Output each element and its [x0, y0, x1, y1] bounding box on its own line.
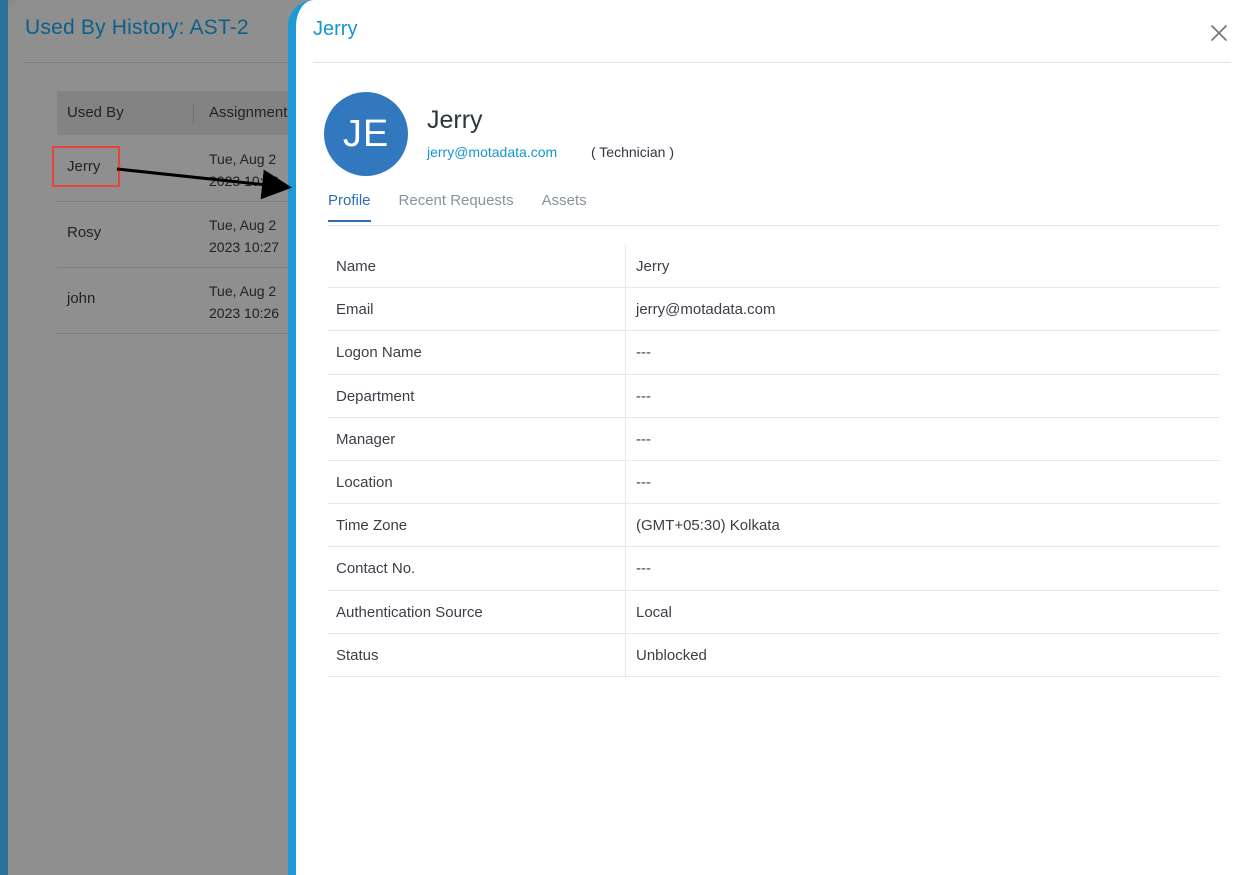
table-row: Rosy Tue, Aug 2 2023 10:27 [57, 202, 307, 268]
tabs-divider [328, 225, 1220, 226]
tab-profile[interactable]: Profile [328, 192, 371, 222]
field-label: Status [336, 646, 379, 664]
table-row: john Tue, Aug 2 2023 10:26 [57, 268, 307, 334]
field-value: --- [636, 560, 651, 578]
table-row: Department --- [328, 374, 1220, 418]
profile-table: Name Jerry Email jerry@motadata.com Logo… [328, 245, 1220, 677]
table-row: Time Zone (GMT+05:30) Kolkata [328, 504, 1220, 548]
column-separator [193, 103, 194, 123]
field-value: --- [636, 430, 651, 448]
field-label: Email [336, 301, 374, 319]
user-link-rosy[interactable]: Rosy [67, 224, 101, 241]
field-value: jerry@motadata.com [636, 301, 776, 319]
tab-recent-requests[interactable]: Recent Requests [399, 192, 514, 222]
field-label: Contact No. [336, 560, 416, 578]
avatar: JE [324, 92, 408, 176]
table-row: Authentication Source Local [328, 590, 1220, 634]
table-row: Email jerry@motadata.com [328, 288, 1220, 332]
assignment-date: Tue, Aug 2 2023 10:29 [209, 151, 280, 189]
user-name: Jerry [427, 106, 483, 134]
field-label: Time Zone [336, 517, 408, 535]
assignment-date: Tue, Aug 2 2023 10:27 [209, 217, 280, 255]
field-value: (GMT+05:30) Kolkata [636, 517, 780, 535]
table-row: Name Jerry [328, 245, 1220, 289]
annotation-highlight-box [52, 146, 120, 187]
profile-tabs: Profile Recent Requests Assets [328, 192, 587, 222]
table-row: Contact No. --- [328, 547, 1220, 591]
field-value: --- [636, 387, 651, 405]
user-link-john[interactable]: john [67, 290, 95, 307]
field-label: Authentication Source [336, 603, 483, 621]
close-icon[interactable] [1208, 22, 1230, 44]
user-role: ( Technician ) [591, 144, 675, 160]
assignment-date: Tue, Aug 2 2023 10:26 [209, 283, 280, 321]
field-label: Department [336, 387, 415, 405]
history-divider [25, 62, 305, 63]
field-label: Logon Name [336, 344, 422, 362]
user-details-drawer: Jerry JE Jerry jerry@motadata.com ( Tech… [288, 0, 1247, 875]
table-row: Manager --- [328, 417, 1220, 461]
field-label: Manager [336, 430, 396, 448]
field-label: Location [336, 473, 393, 491]
field-value: Local [636, 603, 672, 621]
drawer-header-divider [313, 62, 1231, 63]
field-value: Jerry [636, 258, 670, 275]
table-row: Location --- [328, 460, 1220, 505]
drawer-title: Jerry [313, 18, 358, 40]
field-label: Name [336, 258, 377, 275]
column-header-used-by: Used By [67, 104, 124, 121]
history-title: Used By History: AST-2 [25, 16, 249, 39]
tab-assets[interactable]: Assets [542, 192, 587, 222]
table-row: Status Unblocked [328, 633, 1220, 677]
background-edge [0, 0, 8, 875]
field-value: --- [636, 473, 651, 491]
field-value: --- [636, 344, 651, 362]
table-row: Logon Name --- [328, 331, 1220, 375]
column-header-assignment: Assignment [209, 104, 288, 121]
field-value: Unblocked [636, 646, 707, 664]
user-email-link[interactable]: jerry@motadata.com [427, 144, 557, 160]
